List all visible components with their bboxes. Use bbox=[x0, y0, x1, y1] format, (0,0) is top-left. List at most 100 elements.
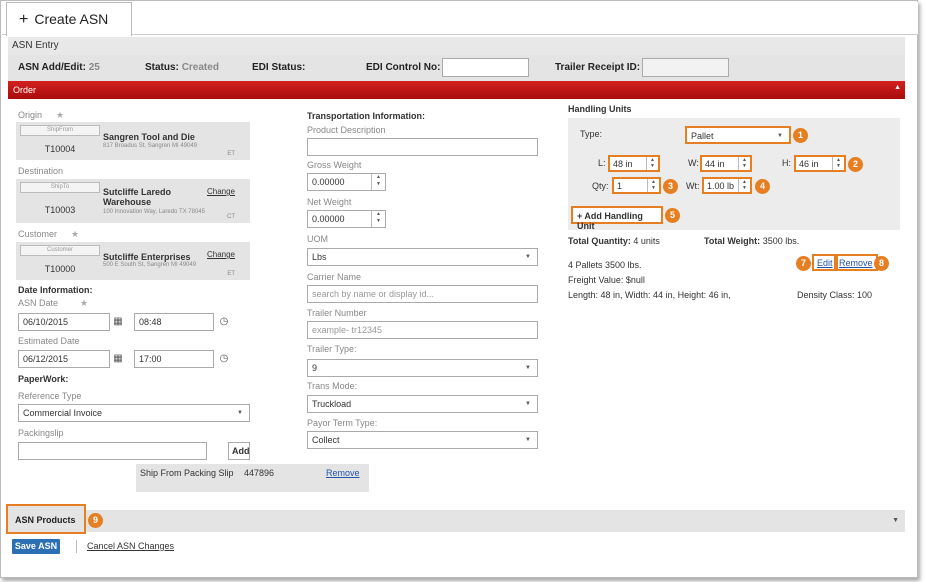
tab-bar: + Create ASN bbox=[2, 2, 918, 36]
packingslip-row: Ship From Packing Slip 447896 Remove bbox=[136, 464, 369, 492]
trailer-receipt-label: Trailer Receipt ID: bbox=[555, 62, 641, 73]
origin-card: ShipFrom T10004 Sangren Tool and Die 817… bbox=[16, 122, 250, 160]
summary-line2: Freight Value: $null bbox=[568, 275, 645, 285]
net-weight-input[interactable]: 0.00000 ▲ ▼ bbox=[307, 210, 386, 228]
origin-tag: ShipFrom bbox=[20, 125, 100, 136]
product-desc-label: Product Description bbox=[307, 125, 386, 135]
spinner-icon: ▲ ▼ bbox=[647, 179, 659, 192]
type-select[interactable]: Pallet ▼ bbox=[685, 126, 791, 144]
trailer-receipt-input[interactable] bbox=[642, 58, 729, 77]
trailer-type-select[interactable]: 9 ▼ bbox=[307, 359, 538, 377]
add-handling-unit-button[interactable]: + Add Handling Unit bbox=[571, 206, 663, 231]
destination-name: Sutcliffe Laredo Warehouse bbox=[103, 187, 172, 207]
customer-change-link[interactable]: Change bbox=[207, 250, 235, 259]
destination-address: 100 Innovation Way, Laredo TX 78045 bbox=[103, 209, 205, 215]
origin-address: 817 Broadus St, Sangren MI 49049 bbox=[103, 143, 198, 149]
star-icon: ★ bbox=[71, 229, 80, 239]
trailer-number-input[interactable]: example- tr12345 bbox=[307, 321, 538, 339]
spinner-icon: ▲ ▼ bbox=[832, 157, 844, 170]
width-input[interactable]: 44 in ▲ ▼ bbox=[700, 155, 752, 172]
clock-icon[interactable]: ◷ bbox=[216, 350, 232, 368]
origin-tz: ET bbox=[227, 151, 235, 157]
date-info-title: Date Information: bbox=[18, 285, 93, 295]
tab-create-asn[interactable]: + Create ASN bbox=[6, 2, 132, 36]
save-asn-button[interactable]: Save ASN bbox=[12, 539, 60, 554]
product-desc-input[interactable] bbox=[307, 138, 538, 156]
customer-tag: Customer bbox=[20, 245, 100, 256]
customer-name: Sutcliffe Enterprises bbox=[103, 252, 191, 262]
carrier-input[interactable]: search by name or display id... bbox=[307, 285, 538, 303]
packingslip-label: Packingslip bbox=[18, 428, 64, 438]
spinner-icon: ▲ ▼ bbox=[646, 157, 658, 170]
chevron-down-icon: ▼ bbox=[777, 133, 783, 139]
callout-badge: 9 bbox=[88, 513, 103, 528]
height-input[interactable]: 46 in ▲ ▼ bbox=[794, 155, 846, 172]
trailer-type-label: Trailer Type: bbox=[307, 344, 357, 354]
callout-badge: 8 bbox=[874, 256, 889, 271]
edi-status-label: EDI Status: bbox=[252, 62, 306, 73]
asn-date-input[interactable]: 06/10/2015 bbox=[18, 313, 110, 331]
length-input[interactable]: 48 in ▲ ▼ bbox=[608, 155, 660, 172]
w-label: W: bbox=[688, 158, 699, 168]
order-label: Order bbox=[13, 85, 37, 95]
origin-code: T10004 bbox=[44, 144, 76, 154]
est-date-label: Estimated Date bbox=[18, 336, 80, 346]
chevron-down-icon: ▼ bbox=[525, 437, 531, 443]
asn-time-input[interactable]: 08:48 bbox=[134, 313, 214, 331]
destination-change-link[interactable]: Change bbox=[207, 187, 235, 196]
origin-name: Sangren Tool and Die bbox=[103, 132, 195, 142]
paperwork-title: PaperWork: bbox=[18, 374, 69, 384]
caret-up-icon: ▲ bbox=[894, 84, 901, 91]
asn-products-bar[interactable]: ASN Products 9 ▼ bbox=[6, 504, 905, 534]
asn-add-edit: ASN Add/Edit: 25 bbox=[18, 62, 100, 73]
add-packingslip-button[interactable]: Add bbox=[228, 442, 250, 460]
total-quantity: Total Quantity: 4 units bbox=[568, 236, 660, 246]
destination-card: ShipTo T10003 Sutcliffe Laredo Warehouse … bbox=[16, 179, 250, 223]
trans-mode-select[interactable]: Truckload ▼ bbox=[307, 395, 538, 413]
ref-type-select[interactable]: Commercial Invoice ▼ bbox=[18, 404, 250, 422]
gross-weight-input[interactable]: 0.00000 ▲ ▼ bbox=[307, 173, 386, 191]
summary-line1: 4 Pallets 3500 lbs. bbox=[568, 260, 642, 270]
remove-link[interactable]: Remove bbox=[834, 254, 878, 271]
destination-code: T10003 bbox=[44, 205, 76, 215]
edi-control-input[interactable] bbox=[442, 58, 529, 77]
uom-select[interactable]: Lbs ▼ bbox=[307, 248, 538, 266]
carrier-label: Carrier Name bbox=[307, 272, 362, 282]
spinner-icon: ▲ ▼ bbox=[371, 174, 385, 190]
packingslip-input[interactable] bbox=[18, 442, 207, 460]
est-time-input[interactable]: 17:00 bbox=[134, 350, 214, 368]
qty-input[interactable]: 1 ▲ ▼ bbox=[612, 177, 661, 194]
chevron-down-icon: ▼ bbox=[525, 365, 531, 371]
asn-date-label: ASN Date ★ bbox=[18, 298, 89, 308]
star-icon: ★ bbox=[56, 110, 65, 120]
trans-mode-label: Trans Mode: bbox=[307, 381, 358, 391]
chevron-down-icon: ▼ bbox=[525, 254, 531, 260]
order-section-bar[interactable]: Order ▲ bbox=[8, 81, 905, 99]
clock-icon[interactable]: ◷ bbox=[216, 313, 232, 331]
qty-label: Qty: bbox=[592, 181, 609, 191]
customer-tz: ET bbox=[227, 271, 235, 277]
footer-divider bbox=[76, 540, 77, 553]
calendar-icon[interactable]: ▦ bbox=[110, 313, 126, 331]
callout-badge: 5 bbox=[665, 208, 680, 223]
spinner-icon: ▲ ▼ bbox=[738, 157, 750, 170]
payor-select[interactable]: Collect ▼ bbox=[307, 431, 538, 449]
cancel-asn-link[interactable]: Cancel ASN Changes bbox=[87, 541, 174, 551]
callout-badge: 1 bbox=[793, 128, 808, 143]
type-label: Type: bbox=[580, 129, 603, 139]
packingslip-type: Ship From Packing Slip bbox=[140, 468, 234, 478]
l-label: L: bbox=[598, 158, 606, 168]
caret-down-icon: ▼ bbox=[892, 517, 899, 524]
est-date-input[interactable]: 06/12/2015 bbox=[18, 350, 110, 368]
section-title: ASN Entry bbox=[8, 37, 905, 55]
trailer-number-label: Trailer Number bbox=[307, 308, 367, 318]
callout-badge: 3 bbox=[663, 179, 678, 194]
edi-control-label: EDI Control No: bbox=[366, 62, 441, 73]
weight-input[interactable]: 1.00 lb ▲ ▼ bbox=[702, 177, 752, 194]
calendar-icon[interactable]: ▦ bbox=[110, 350, 126, 368]
packingslip-remove-link[interactable]: Remove bbox=[326, 468, 360, 478]
spinner-icon: ▲ ▼ bbox=[371, 211, 385, 227]
origin-label: Origin ★ bbox=[18, 110, 65, 120]
chevron-down-icon: ▼ bbox=[525, 401, 531, 407]
callout-badge: 7 bbox=[796, 256, 811, 271]
